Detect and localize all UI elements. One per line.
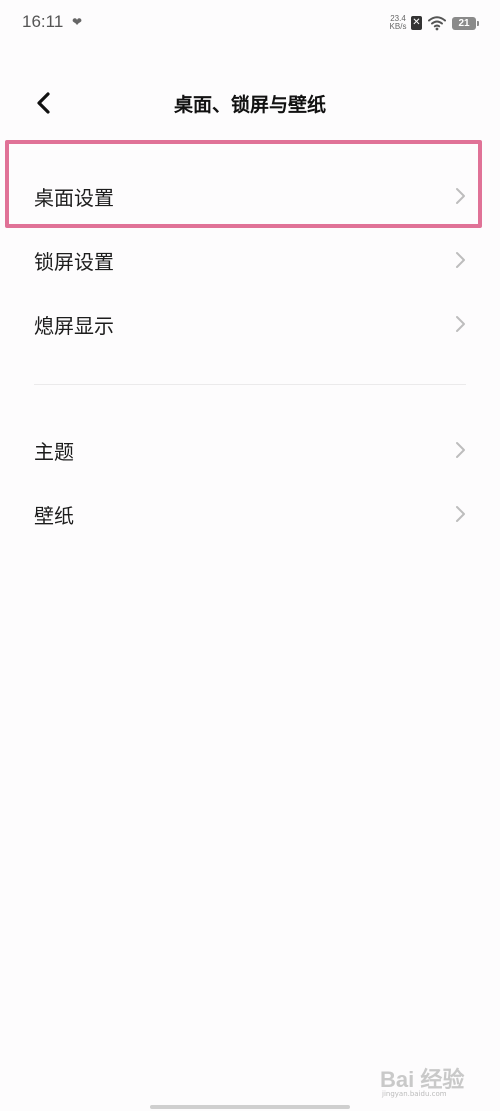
- list-item-label: 壁纸: [34, 504, 74, 528]
- home-indicator[interactable]: [150, 1105, 350, 1109]
- chevron-right-icon: [456, 506, 465, 522]
- list-item-always-on-display[interactable]: 熄屏显示: [0, 292, 500, 354]
- network-speed: 23.4 KB/s: [387, 15, 409, 31]
- sim-no-signal-icon: ✕: [411, 16, 422, 30]
- list-item-lockscreen-settings[interactable]: 锁屏设置: [0, 228, 500, 290]
- wifi-icon: [428, 16, 446, 31]
- page-title: 桌面、锁屏与壁纸: [173, 94, 326, 116]
- heart-icon: ❤: [72, 15, 83, 29]
- list-item-label: 主题: [34, 440, 74, 464]
- status-time: 16:11: [22, 12, 64, 31]
- status-bar: 16:11 ❤ 23.4 KB/s ✕ 21: [0, 0, 500, 48]
- list-item-wallpaper[interactable]: 壁纸: [0, 482, 500, 544]
- chevron-right-icon: [456, 252, 465, 268]
- list-item-label: 锁屏设置: [34, 250, 114, 274]
- watermark-url: jingyan.baidu.com: [382, 1090, 447, 1098]
- chevron-right-icon: [456, 188, 465, 204]
- back-arrow-icon[interactable]: [30, 88, 60, 120]
- list-item-desktop-settings[interactable]: 桌面设置: [0, 164, 500, 226]
- chevron-right-icon: [456, 442, 465, 458]
- network-speed-unit: KB/s: [389, 22, 407, 31]
- list-item-label: 熄屏显示: [34, 314, 114, 338]
- battery-icon: 21: [452, 17, 479, 30]
- list-item-theme[interactable]: 主题: [0, 418, 500, 480]
- chevron-right-icon: [456, 316, 465, 332]
- list-item-label: 桌面设置: [34, 186, 114, 210]
- section-divider: [34, 384, 466, 385]
- watermark: Bai 经验 jingyan.baidu.com: [380, 1062, 480, 1098]
